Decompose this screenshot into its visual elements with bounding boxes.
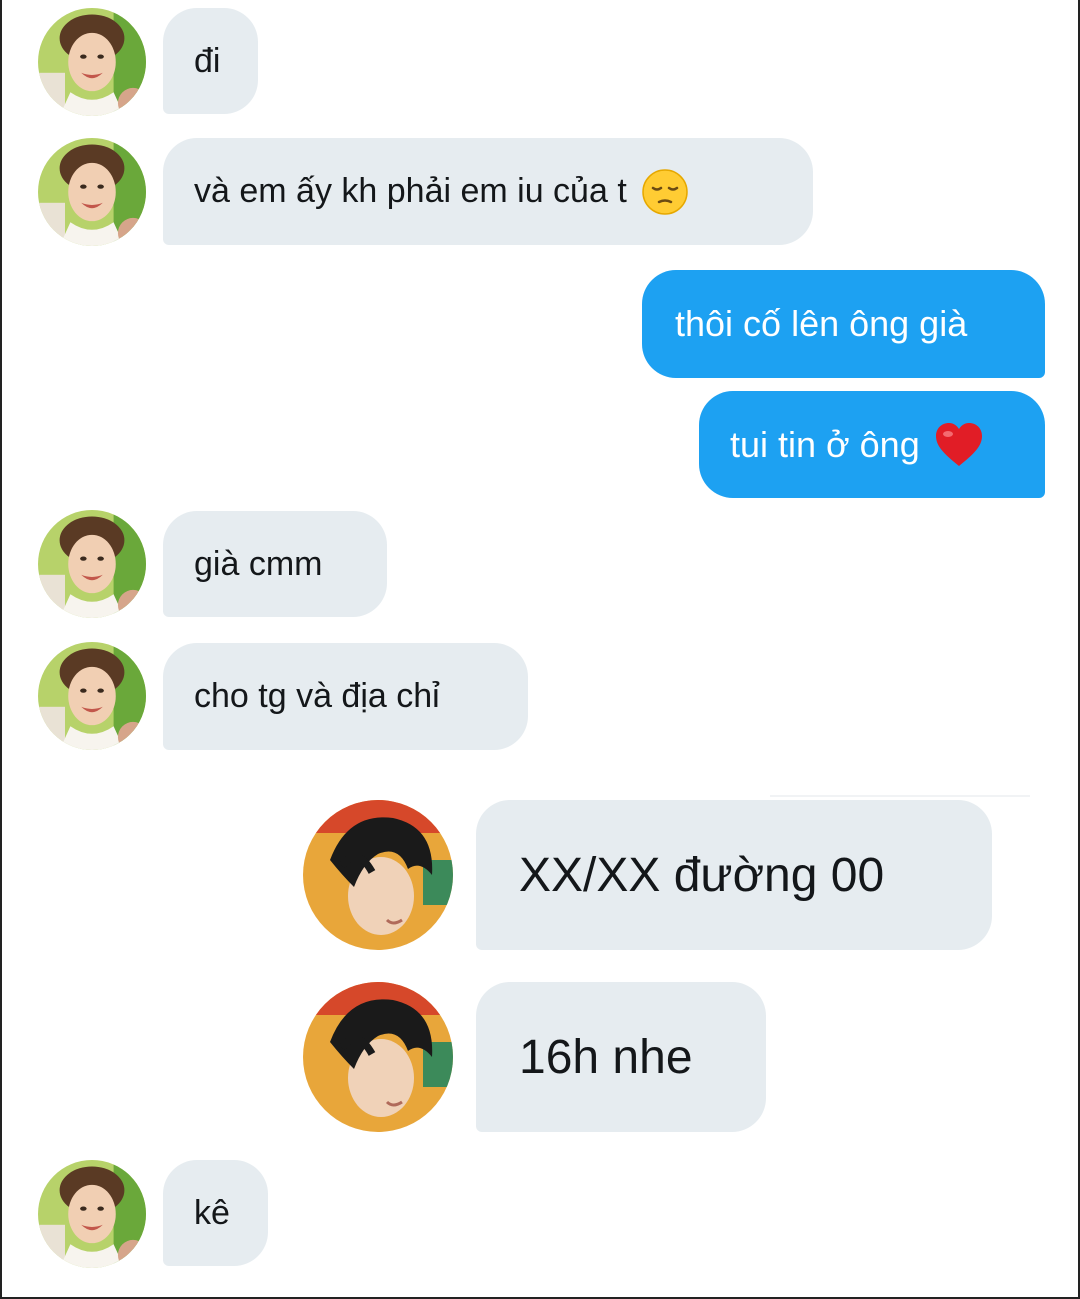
sender-avatar[interactable] (38, 510, 146, 618)
incoming-message-bubble[interactable]: cho tg và địa chỉ (163, 643, 528, 750)
sender-avatar[interactable] (38, 138, 146, 246)
avatar-smiling-boy-icon (38, 510, 146, 618)
image-border-left (0, 0, 2, 1299)
message-text: và em ấy kh phải em iu của t (194, 172, 627, 210)
sender-avatar[interactable] (38, 642, 146, 750)
message-text: tui tin ở ông (730, 423, 920, 465)
outgoing-message-bubble[interactable]: thôi cố lên ông già (642, 270, 1045, 378)
avatar-dark-hair-portrait-icon (303, 982, 453, 1132)
incoming-message-bubble[interactable]: và em ấy kh phải em iu của t (163, 138, 813, 245)
outgoing-message-bubble[interactable]: tui tin ở ông (699, 391, 1045, 498)
message-text: đi (194, 41, 221, 80)
avatar-smiling-boy-icon (38, 138, 146, 246)
incoming-message-bubble[interactable]: đi (163, 8, 258, 114)
message-text: cho tg và địa chỉ (194, 677, 440, 715)
avatar-dark-hair-portrait-icon (303, 800, 453, 950)
incoming-message-bubble[interactable]: 16h nhe (476, 982, 766, 1132)
avatar-smiling-boy-icon (38, 642, 146, 750)
incoming-message-bubble[interactable]: XX/XX đường 00 (476, 800, 992, 950)
red-heart-emoji (934, 422, 984, 468)
message-text: XX/XX đường 00 (519, 848, 885, 902)
sender-avatar[interactable] (38, 8, 146, 116)
avatar-smiling-boy-icon (38, 1160, 146, 1268)
sender-avatar[interactable] (303, 800, 453, 950)
sender-avatar[interactable] (303, 982, 453, 1132)
message-text: 16h nhe (519, 1030, 693, 1084)
incoming-message-bubble[interactable]: kê (163, 1160, 268, 1266)
message-text: già cmm (194, 544, 323, 583)
incoming-message-bubble[interactable]: già cmm (163, 511, 387, 617)
pasted-image-edge (770, 795, 1030, 797)
message-text: kê (194, 1193, 230, 1232)
message-text: thôi cố lên ông già (675, 303, 968, 344)
sender-avatar[interactable] (38, 1160, 146, 1268)
pensive-face-emoji (641, 168, 689, 216)
avatar-smiling-boy-icon (38, 8, 146, 116)
